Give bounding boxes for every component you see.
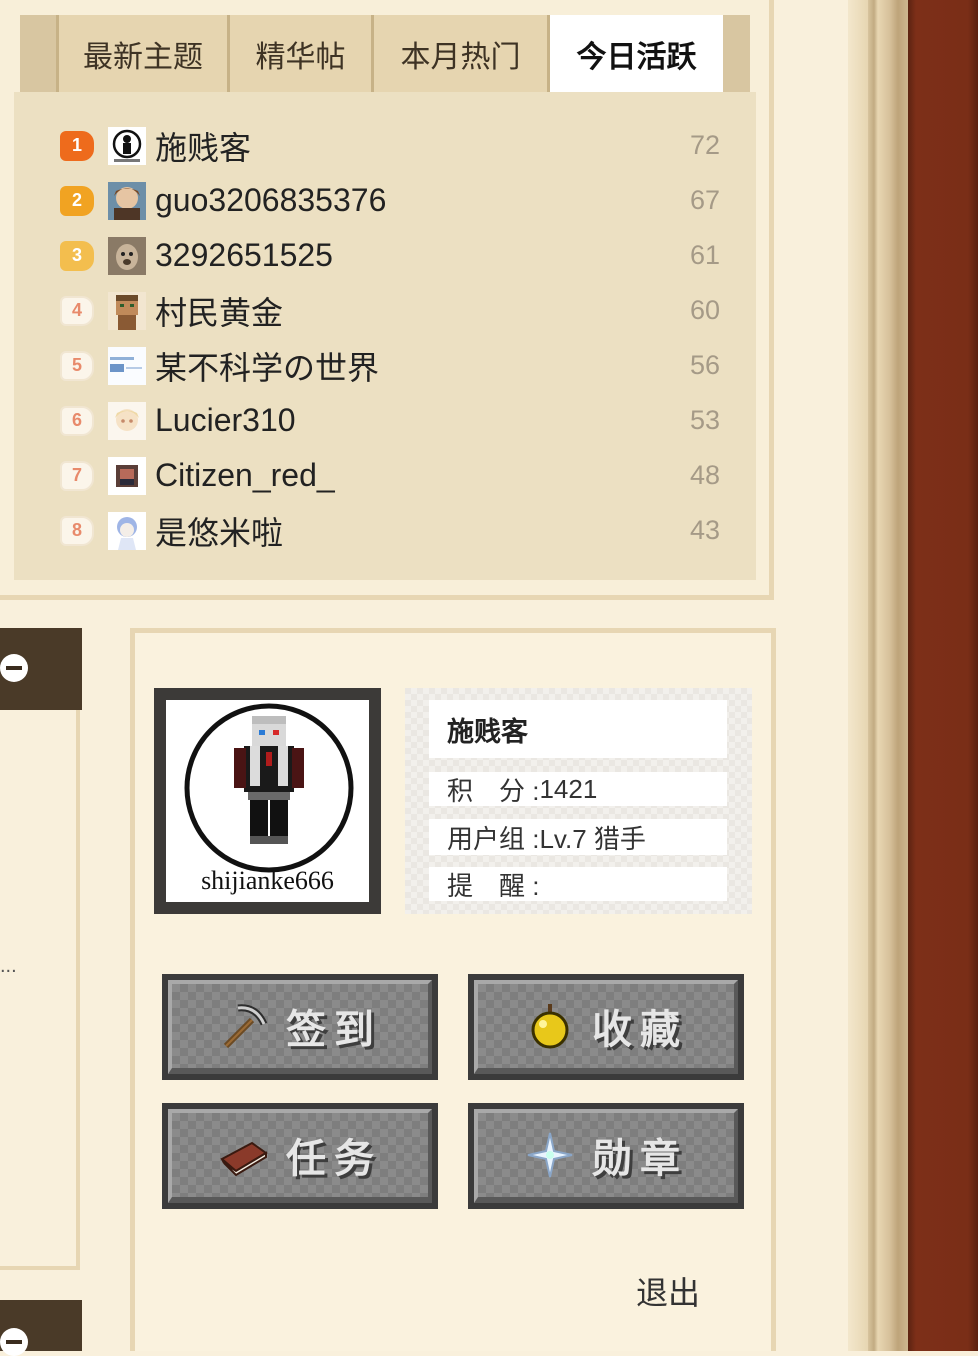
rank-score: 67 bbox=[689, 185, 720, 215]
tab-today-active[interactable]: 今日活跃 bbox=[550, 15, 723, 92]
info-username[interactable]: 施贱客 bbox=[429, 700, 727, 758]
left-widget-header-2 bbox=[0, 1300, 82, 1356]
medal-button[interactable]: 勋章 bbox=[468, 1103, 744, 1209]
tab-essence[interactable]: 精华帖 bbox=[230, 15, 374, 92]
medal-label: 勋章 bbox=[592, 1137, 688, 1181]
rank-badge: 1 bbox=[60, 130, 94, 161]
checkin-button-face[interactable]: 签到 bbox=[168, 980, 432, 1074]
user-info-box: 施贱客 积 分 : 1421 用户组 : Lv.7 猎手 提 醒 : bbox=[405, 688, 752, 914]
list-item[interactable]: 1 施贱客 72 bbox=[60, 118, 720, 173]
rank-score: 56 bbox=[689, 350, 720, 380]
left-widget-body bbox=[0, 710, 80, 1270]
rank-username[interactable]: guo3206835376 bbox=[155, 182, 660, 219]
rank-username[interactable]: Lucier310 bbox=[155, 402, 660, 439]
points-value: 1421 bbox=[539, 773, 598, 804]
list-item[interactable]: 4 村民黄金 60 bbox=[60, 283, 720, 338]
group-label: 用户组 : bbox=[447, 823, 540, 854]
favorite-button-face[interactable]: 收藏 bbox=[474, 980, 738, 1074]
group-value[interactable]: Lv.7 猎手 bbox=[539, 819, 645, 856]
favorite-button[interactable]: 收藏 bbox=[468, 974, 744, 1080]
rank-badge: 2 bbox=[60, 185, 94, 216]
rank-score: 61 bbox=[689, 240, 720, 270]
rank-badge: 3 bbox=[60, 240, 94, 271]
points-label: 积 分 : bbox=[447, 775, 540, 806]
user-avatar[interactable] bbox=[108, 456, 146, 495]
list-item[interactable]: 5 某不科学の世界 56 bbox=[60, 338, 720, 393]
book-icon bbox=[220, 1141, 268, 1177]
list-item[interactable]: 8 是悠米啦 43 bbox=[60, 503, 720, 558]
list-item[interactable]: 6 Lucier310 53 bbox=[60, 393, 720, 448]
rank-username[interactable]: 某不科学の世界 bbox=[155, 343, 660, 389]
user-avatar[interactable] bbox=[108, 126, 146, 165]
nether-star-icon bbox=[527, 1132, 573, 1178]
task-button[interactable]: 任务 bbox=[162, 1103, 438, 1209]
list-item[interactable]: 2 guo3206835376 67 bbox=[60, 173, 720, 228]
tab-latest[interactable]: 最新主题 bbox=[56, 15, 230, 92]
rank-username[interactable]: 村民黄金 bbox=[155, 288, 660, 334]
info-points: 积 分 : 1421 bbox=[429, 772, 727, 806]
left-widget-header bbox=[0, 628, 82, 710]
truncated-text: ... bbox=[0, 955, 17, 977]
profile-avatar[interactable]: shijianke666 bbox=[166, 700, 369, 902]
remind-label: 提 醒 : bbox=[447, 870, 540, 901]
tab-monthly-hot[interactable]: 本月热门 bbox=[374, 15, 550, 92]
list-item[interactable]: 3 3292651525 61 bbox=[60, 228, 720, 283]
rank-badge: 6 bbox=[60, 405, 94, 436]
rank-username[interactable]: 施贱客 bbox=[155, 123, 660, 169]
user-avatar[interactable] bbox=[108, 181, 146, 220]
info-remind: 提 醒 : bbox=[429, 867, 727, 901]
frame-wood-light bbox=[868, 0, 908, 1351]
list-item[interactable]: 7 Citizen_red_ 48 bbox=[60, 448, 720, 503]
frame-wood-dark bbox=[908, 0, 978, 1351]
task-button-face[interactable]: 任务 bbox=[168, 1109, 432, 1203]
profile-avatar-frame[interactable]: shijianke666 bbox=[154, 688, 381, 914]
tab-bar: 最新主题 精华帖 本月热门 今日活跃 bbox=[20, 15, 750, 92]
rank-username[interactable]: Citizen_red_ bbox=[155, 457, 660, 494]
task-label: 任务 bbox=[286, 1137, 382, 1181]
ranking-panel: 最新主题 精华帖 本月热门 今日活跃 1 施贱客 72 2 guo3206835… bbox=[0, 0, 774, 600]
user-avatar[interactable] bbox=[108, 401, 146, 440]
rank-badge: 5 bbox=[60, 350, 94, 381]
rank-username[interactable]: 3292651525 bbox=[155, 237, 660, 274]
rank-score: 53 bbox=[689, 405, 720, 435]
user-avatar[interactable] bbox=[108, 511, 146, 550]
user-avatar[interactable] bbox=[108, 291, 146, 330]
user-avatar[interactable] bbox=[108, 236, 146, 275]
favorite-label: 收藏 bbox=[592, 1008, 688, 1052]
rank-badge: 8 bbox=[60, 515, 94, 546]
rank-score: 48 bbox=[689, 460, 720, 490]
collapse-icon[interactable] bbox=[0, 654, 28, 682]
frame-inner-edge bbox=[848, 0, 868, 1351]
rank-username[interactable]: 是悠米啦 bbox=[155, 508, 660, 554]
rank-badge: 4 bbox=[60, 295, 94, 326]
medal-button-face[interactable]: 勋章 bbox=[474, 1109, 738, 1203]
logout-link[interactable]: 退出 bbox=[636, 1268, 700, 1314]
pickaxe-icon bbox=[223, 1004, 268, 1049]
checkin-label: 签到 bbox=[286, 1008, 382, 1052]
rank-badge: 7 bbox=[60, 460, 94, 491]
rank-score: 60 bbox=[689, 295, 720, 325]
rank-score: 43 bbox=[689, 515, 720, 545]
user-avatar[interactable] bbox=[108, 346, 146, 385]
rank-score: 72 bbox=[689, 130, 720, 160]
golden-apple-icon bbox=[531, 1004, 569, 1049]
ranking-list: 1 施贱客 72 2 guo3206835376 67 3 3292651525… bbox=[14, 92, 756, 580]
checkin-button[interactable]: 签到 bbox=[162, 974, 438, 1080]
collapse-icon[interactable] bbox=[0, 1328, 28, 1356]
avatar-caption: shijianke666 bbox=[201, 866, 334, 895]
info-group: 用户组 : Lv.7 猎手 bbox=[429, 819, 727, 855]
